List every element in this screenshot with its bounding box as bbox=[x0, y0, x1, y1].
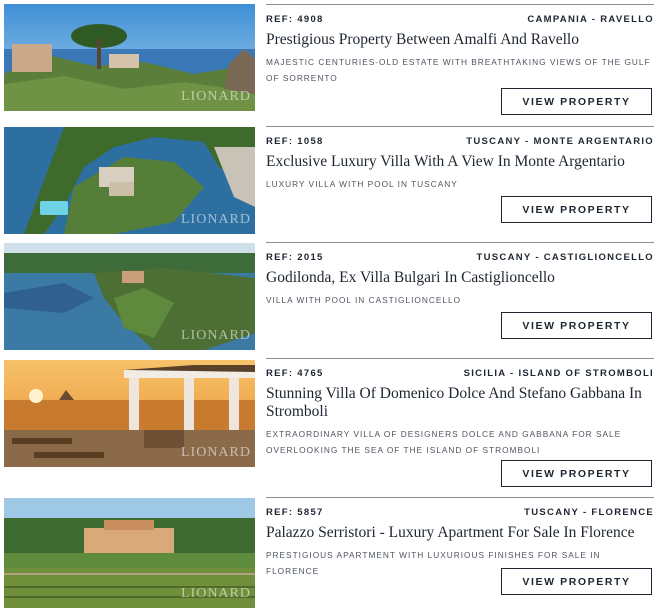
listing-meta: REF: 5857 TUSCANY - FLORENCE bbox=[266, 507, 654, 518]
watermark-text: LIONARD bbox=[181, 328, 251, 343]
listing-location: TUSCANY - FLORENCE bbox=[524, 507, 654, 518]
listing-ref: REF: 2015 bbox=[266, 252, 324, 263]
property-photo-florence[interactable]: LIONARD bbox=[4, 498, 255, 608]
watermark-text: LIONARD bbox=[181, 89, 251, 104]
listing-info: REF: 2015 TUSCANY - CASTIGLIONCELLO Godi… bbox=[266, 242, 654, 359]
property-photo-stromboli[interactable]: LIONARD bbox=[4, 360, 255, 467]
listing-location: CAMPANIA - RAVELLO bbox=[527, 14, 654, 25]
listing-title[interactable]: Godilonda, Ex Villa Bulgari In Castiglio… bbox=[266, 269, 654, 287]
listing-ref: REF: 1058 bbox=[266, 136, 324, 147]
listing-ref: REF: 4908 bbox=[266, 14, 324, 25]
listing-meta: REF: 2015 TUSCANY - CASTIGLIONCELLO bbox=[266, 252, 654, 263]
watermark-logo: LIONARD bbox=[181, 212, 251, 228]
listing-description: LUXURY VILLA WITH POOL IN TUSCANY bbox=[266, 179, 458, 189]
listing-info: REF: 5857 TUSCANY - FLORENCE Palazzo Ser… bbox=[266, 497, 654, 608]
watermark-logo: LIONARD bbox=[181, 328, 251, 344]
view-property-button[interactable]: VIEW PROPERTY bbox=[501, 568, 652, 595]
view-property-button[interactable]: VIEW PROPERTY bbox=[501, 196, 652, 223]
watermark-text: LIONARD bbox=[181, 212, 251, 227]
watermark-logo: LIONARD bbox=[181, 586, 251, 602]
listing-info: REF: 4765 SICILIA - ISLAND OF STROMBOLI … bbox=[266, 358, 654, 499]
view-property-button[interactable]: VIEW PROPERTY bbox=[501, 312, 652, 339]
property-photo-ravello[interactable]: LIONARD bbox=[4, 4, 255, 111]
listing-description: EXTRAORDINARY VILLA OF DESIGNERS DOLCE A… bbox=[266, 429, 622, 455]
watermark-text: LIONARD bbox=[181, 586, 251, 601]
listing-location: TUSCANY - MONTE ARGENTARIO bbox=[466, 136, 654, 147]
listing-title[interactable]: Exclusive Luxury Villa With A View In Mo… bbox=[266, 153, 654, 171]
listing-info: REF: 1058 TUSCANY - MONTE ARGENTARIO Exc… bbox=[266, 126, 654, 243]
listing-description: VILLA WITH POOL IN CASTIGLIONCELLO bbox=[266, 295, 462, 305]
watermark-text: LIONARD bbox=[181, 445, 251, 460]
watermark-logo: LIONARD bbox=[181, 445, 251, 461]
listing-title[interactable]: Palazzo Serristori - Luxury Apartment Fo… bbox=[266, 524, 654, 542]
listing-meta: REF: 1058 TUSCANY - MONTE ARGENTARIO bbox=[266, 136, 654, 147]
property-photo-castiglioncello[interactable]: LIONARD bbox=[4, 243, 255, 350]
listing-location: SICILIA - ISLAND OF STROMBOLI bbox=[463, 368, 654, 379]
listing-ref: REF: 4765 bbox=[266, 368, 324, 379]
listing-info: REF: 4908 CAMPANIA - RAVELLO Prestigious… bbox=[266, 4, 654, 119]
listing-location: TUSCANY - CASTIGLIONCELLO bbox=[476, 252, 654, 263]
listing-title[interactable]: Stunning Villa Of Domenico Dolce And Ste… bbox=[266, 385, 654, 421]
listing-ref: REF: 5857 bbox=[266, 507, 324, 518]
view-property-button[interactable]: VIEW PROPERTY bbox=[501, 460, 652, 487]
view-property-button[interactable]: VIEW PROPERTY bbox=[501, 88, 652, 115]
watermark-logo: LIONARD bbox=[181, 89, 251, 105]
listing-description: MAJESTIC CENTURIES-OLD ESTATE WITH BREAT… bbox=[266, 57, 651, 83]
listing-title[interactable]: Prestigious Property Between Amalfi And … bbox=[266, 31, 654, 49]
listing-meta: REF: 4908 CAMPANIA - RAVELLO bbox=[266, 14, 654, 25]
property-photo-monte-argentario[interactable]: LIONARD bbox=[4, 127, 255, 234]
listing-meta: REF: 4765 SICILIA - ISLAND OF STROMBOLI bbox=[266, 368, 654, 379]
